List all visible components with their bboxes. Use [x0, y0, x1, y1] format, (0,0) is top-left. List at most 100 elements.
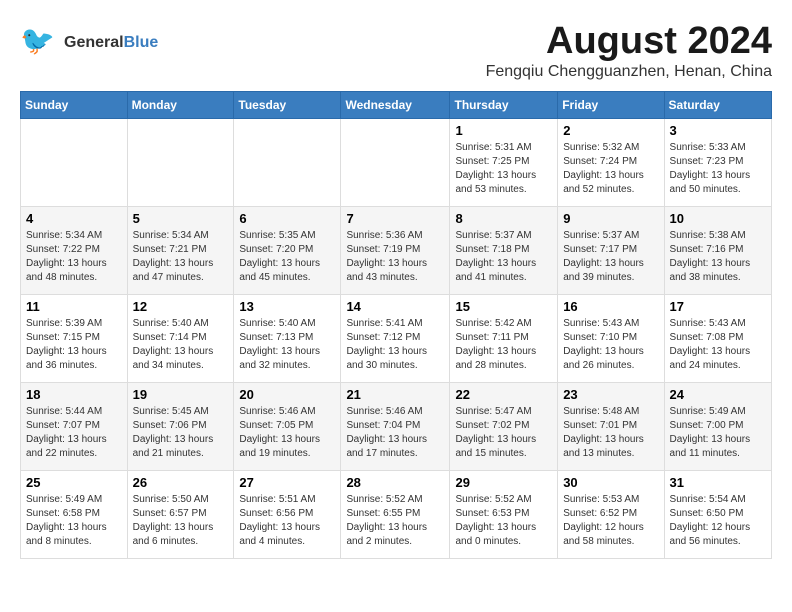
calendar-cell: 31 Sunrise: 5:54 AM Sunset: 6:50 PM Dayli… — [664, 471, 771, 559]
day-info: Sunrise: 5:40 AM Sunset: 7:13 PM Dayligh… — [239, 317, 335, 373]
calendar-cell: 19Sunrise: 5:45 AM Sunset: 7:06 PM Dayli… — [127, 383, 234, 471]
calendar-week-row: 4 Sunrise: 5:34 AM Sunset: 7:22 PM Daylig… — [21, 207, 772, 295]
day-number: 12 — [133, 299, 229, 314]
day-info: Sunrise: 5:51 AM Sunset: 6:56 PM Dayligh… — [239, 493, 335, 549]
calendar-week-row: 11 Sunrise: 5:39 AM Sunset: 7:15 PM Dayli… — [21, 295, 772, 383]
calendar-cell: 14 Sunrise: 5:41 AM Sunset: 7:12 PM Dayli… — [341, 295, 450, 383]
calendar-cell: 8Sunrise: 5:37 AM Sunset: 7:18 PM Daylig… — [450, 207, 558, 295]
day-info: Sunrise: 5:37 AM Sunset: 7:17 PM Dayligh… — [563, 229, 658, 285]
calendar-cell: 10 Sunrise: 5:38 AM Sunset: 7:16 PM Dayli… — [664, 207, 771, 295]
day-number: 4 — [26, 211, 122, 226]
title-section: August 2024 Fengqiu Chengguanzhen, Henan… — [486, 20, 772, 81]
svg-text:🐦: 🐦 — [20, 25, 55, 56]
calendar-cell: 30 Sunrise: 5:53 AM Sunset: 6:52 PM Dayli… — [558, 471, 664, 559]
calendar-cell: 1Sunrise: 5:31 AM Sunset: 7:25 PM Daylig… — [450, 119, 558, 207]
calendar-cell: 11 Sunrise: 5:39 AM Sunset: 7:15 PM Dayli… — [21, 295, 128, 383]
day-info: Sunrise: 5:36 AM Sunset: 7:19 PM Dayligh… — [346, 229, 444, 285]
day-info: Sunrise: 5:52 AM Sunset: 6:55 PM Dayligh… — [346, 493, 444, 549]
calendar-cell: 24Sunrise: 5:49 AM Sunset: 7:00 PM Dayli… — [664, 383, 771, 471]
month-year-title: August 2024 — [486, 20, 772, 63]
calendar-cell: 3 Sunrise: 5:33 AM Sunset: 7:23 PM Daylig… — [664, 119, 771, 207]
day-info: Sunrise: 5:34 AM Sunset: 7:22 PM Dayligh… — [26, 229, 122, 285]
day-number: 1 — [455, 123, 552, 138]
day-info: Sunrise: 5:37 AM Sunset: 7:18 PM Dayligh… — [455, 229, 552, 285]
day-number: 3 — [670, 123, 766, 138]
day-number: 31 — [670, 475, 766, 490]
logo-icon: 🐦 — [20, 20, 60, 65]
calendar-cell: 29Sunrise: 5:52 AM Sunset: 6:53 PM Dayli… — [450, 471, 558, 559]
calendar-cell: 26Sunrise: 5:50 AM Sunset: 6:57 PM Dayli… — [127, 471, 234, 559]
weekday-header: Thursday — [450, 92, 558, 119]
calendar-week-row: 25 Sunrise: 5:49 AM Sunset: 6:58 PM Dayli… — [21, 471, 772, 559]
day-number: 30 — [563, 475, 658, 490]
calendar-cell — [341, 119, 450, 207]
calendar-cell: 17 Sunrise: 5:43 AM Sunset: 7:08 PM Dayli… — [664, 295, 771, 383]
calendar-week-row: 18Sunrise: 5:44 AM Sunset: 7:07 PM Dayli… — [21, 383, 772, 471]
day-info: Sunrise: 5:43 AM Sunset: 7:08 PM Dayligh… — [670, 317, 766, 373]
calendar-cell: 2Sunrise: 5:32 AM Sunset: 7:24 PM Daylig… — [558, 119, 664, 207]
day-info: Sunrise: 5:33 AM Sunset: 7:23 PM Dayligh… — [670, 141, 766, 197]
calendar-cell: 13 Sunrise: 5:40 AM Sunset: 7:13 PM Dayli… — [234, 295, 341, 383]
calendar-cell: 9Sunrise: 5:37 AM Sunset: 7:17 PM Daylig… — [558, 207, 664, 295]
day-info: Sunrise: 5:40 AM Sunset: 7:14 PM Dayligh… — [133, 317, 229, 373]
day-number: 17 — [670, 299, 766, 314]
logo-text: GeneralBlue — [64, 34, 158, 52]
weekday-header: Saturday — [664, 92, 771, 119]
calendar-cell: 15 Sunrise: 5:42 AM Sunset: 7:11 PM Dayli… — [450, 295, 558, 383]
day-info: Sunrise: 5:54 AM Sunset: 6:50 PM Dayligh… — [670, 493, 766, 549]
day-number: 20 — [239, 387, 335, 402]
day-number: 24 — [670, 387, 766, 402]
day-info: Sunrise: 5:32 AM Sunset: 7:24 PM Dayligh… — [563, 141, 658, 197]
calendar-cell — [21, 119, 128, 207]
day-info: Sunrise: 5:41 AM Sunset: 7:12 PM Dayligh… — [346, 317, 444, 373]
calendar-cell: 7Sunrise: 5:36 AM Sunset: 7:19 PM Daylig… — [341, 207, 450, 295]
calendar-cell: 16Sunrise: 5:43 AM Sunset: 7:10 PM Dayli… — [558, 295, 664, 383]
page-header: 🐦 GeneralBlue August 2024 Fengqiu Chengg… — [20, 20, 772, 81]
logo: 🐦 GeneralBlue — [20, 20, 158, 65]
calendar-cell: 20 Sunrise: 5:46 AM Sunset: 7:05 PM Dayli… — [234, 383, 341, 471]
day-info: Sunrise: 5:38 AM Sunset: 7:16 PM Dayligh… — [670, 229, 766, 285]
location-subtitle: Fengqiu Chengguanzhen, Henan, China — [486, 63, 772, 81]
weekday-header: Friday — [558, 92, 664, 119]
header-row: SundayMondayTuesdayWednesdayThursdayFrid… — [21, 92, 772, 119]
weekday-header: Monday — [127, 92, 234, 119]
weekday-header: Wednesday — [341, 92, 450, 119]
calendar-cell: 22Sunrise: 5:47 AM Sunset: 7:02 PM Dayli… — [450, 383, 558, 471]
day-number: 10 — [670, 211, 766, 226]
day-number: 5 — [133, 211, 229, 226]
day-number: 18 — [26, 387, 122, 402]
calendar-cell — [127, 119, 234, 207]
day-number: 13 — [239, 299, 335, 314]
day-number: 21 — [346, 387, 444, 402]
day-number: 16 — [563, 299, 658, 314]
calendar-week-row: 1Sunrise: 5:31 AM Sunset: 7:25 PM Daylig… — [21, 119, 772, 207]
day-number: 23 — [563, 387, 658, 402]
calendar-cell: 5Sunrise: 5:34 AM Sunset: 7:21 PM Daylig… — [127, 207, 234, 295]
day-number: 25 — [26, 475, 122, 490]
day-info: Sunrise: 5:49 AM Sunset: 6:58 PM Dayligh… — [26, 493, 122, 549]
calendar-cell: 18Sunrise: 5:44 AM Sunset: 7:07 PM Dayli… — [21, 383, 128, 471]
calendar-cell: 4 Sunrise: 5:34 AM Sunset: 7:22 PM Daylig… — [21, 207, 128, 295]
day-info: Sunrise: 5:48 AM Sunset: 7:01 PM Dayligh… — [563, 405, 658, 461]
day-number: 11 — [26, 299, 122, 314]
day-info: Sunrise: 5:42 AM Sunset: 7:11 PM Dayligh… — [455, 317, 552, 373]
day-info: Sunrise: 5:47 AM Sunset: 7:02 PM Dayligh… — [455, 405, 552, 461]
weekday-header: Sunday — [21, 92, 128, 119]
calendar-cell: 25 Sunrise: 5:49 AM Sunset: 6:58 PM Dayli… — [21, 471, 128, 559]
day-number: 15 — [455, 299, 552, 314]
day-number: 6 — [239, 211, 335, 226]
calendar-table: SundayMondayTuesdayWednesdayThursdayFrid… — [20, 91, 772, 559]
day-info: Sunrise: 5:53 AM Sunset: 6:52 PM Dayligh… — [563, 493, 658, 549]
day-number: 14 — [346, 299, 444, 314]
day-info: Sunrise: 5:39 AM Sunset: 7:15 PM Dayligh… — [26, 317, 122, 373]
weekday-header: Tuesday — [234, 92, 341, 119]
calendar-cell — [234, 119, 341, 207]
day-info: Sunrise: 5:46 AM Sunset: 7:05 PM Dayligh… — [239, 405, 335, 461]
day-number: 28 — [346, 475, 444, 490]
calendar-cell: 27Sunrise: 5:51 AM Sunset: 6:56 PM Dayli… — [234, 471, 341, 559]
day-number: 29 — [455, 475, 552, 490]
day-info: Sunrise: 5:45 AM Sunset: 7:06 PM Dayligh… — [133, 405, 229, 461]
calendar-cell: 21Sunrise: 5:46 AM Sunset: 7:04 PM Dayli… — [341, 383, 450, 471]
calendar-cell: 6Sunrise: 5:35 AM Sunset: 7:20 PM Daylig… — [234, 207, 341, 295]
calendar-cell: 28 Sunrise: 5:52 AM Sunset: 6:55 PM Dayli… — [341, 471, 450, 559]
